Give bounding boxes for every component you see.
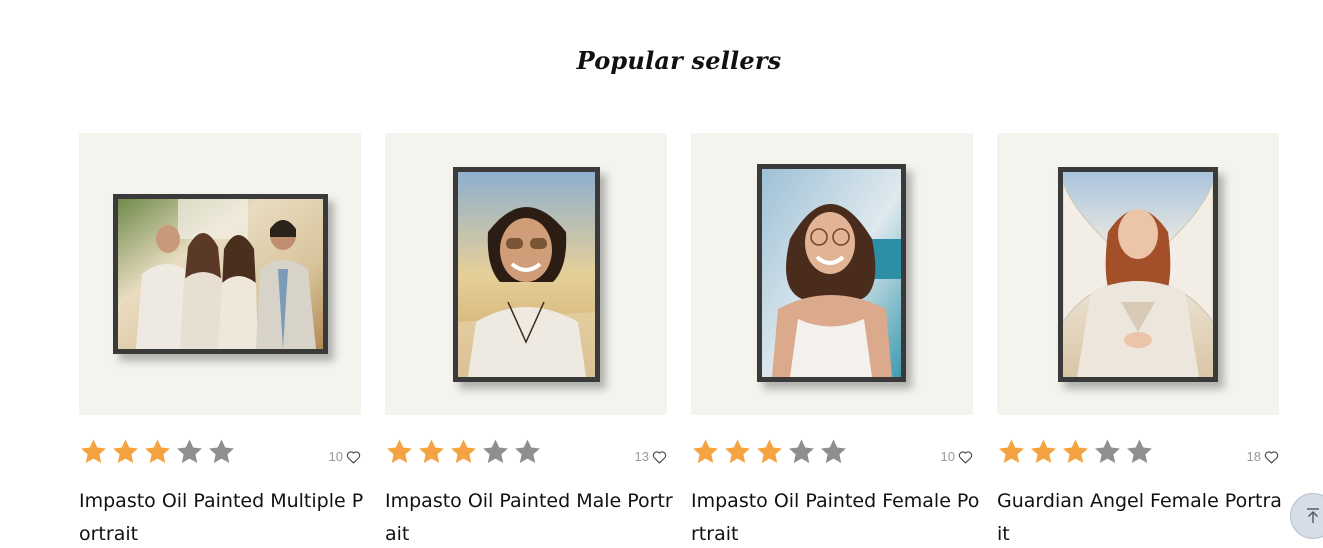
product-card[interactable]: 10 Impasto Oil Painted Female Portrait — [691, 133, 979, 545]
product-image[interactable] — [997, 133, 1279, 415]
star-filled-icon — [419, 439, 444, 463]
star-filled-icon — [387, 439, 412, 463]
like-button[interactable]: 13 — [635, 449, 667, 464]
star-empty-icon — [1095, 439, 1120, 463]
like-button[interactable]: 10 — [329, 449, 361, 464]
star-empty-icon — [515, 439, 540, 463]
heart-icon — [346, 450, 361, 463]
star-filled-icon — [725, 439, 750, 463]
product-image[interactable] — [79, 133, 361, 415]
product-meta: 18 — [997, 437, 1279, 477]
like-button[interactable]: 18 — [1247, 449, 1279, 464]
product-name[interactable]: Impasto Oil Painted Male Portrait — [385, 485, 675, 548]
product-image[interactable] — [385, 133, 667, 415]
star-empty-icon — [1127, 439, 1152, 463]
section-title: Popular sellers — [576, 46, 782, 75]
arrow-up-to-top-icon — [1307, 508, 1319, 523]
product-meta: 13 — [385, 437, 667, 477]
star-empty-icon — [821, 439, 846, 463]
product-name[interactable]: Impasto Oil Painted Female Portrait — [691, 485, 981, 548]
angel-portrait-painting-icon — [1063, 172, 1213, 377]
framed-painting — [113, 194, 328, 354]
star-filled-icon — [757, 439, 782, 463]
star-rating — [997, 437, 1154, 466]
like-count: 10 — [328, 449, 343, 464]
star-rating — [691, 437, 848, 466]
family-portrait-painting-icon — [118, 199, 323, 349]
framed-painting — [1058, 167, 1218, 382]
product-card[interactable]: 18 Guardian Angel Female Portrait — [997, 133, 1282, 545]
star-filled-icon — [693, 439, 718, 463]
heart-icon — [1264, 450, 1279, 463]
like-button[interactable]: 10 — [941, 449, 973, 464]
star-rating — [385, 437, 542, 466]
star-empty-icon — [483, 439, 508, 463]
product-image[interactable] — [691, 133, 973, 415]
product-card[interactable]: 13 Impasto Oil Painted Male Portrait — [385, 133, 673, 545]
like-count: 10 — [940, 449, 955, 464]
star-empty-icon — [209, 439, 234, 463]
product-meta: 10 — [79, 437, 361, 477]
product-name[interactable]: Guardian Angel Female Portrait — [997, 485, 1287, 548]
star-rating — [79, 437, 236, 466]
framed-painting — [453, 167, 600, 382]
star-empty-icon — [177, 439, 202, 463]
popular-sellers-section: Popular sellers 10 Impasto Oil Painted M… — [0, 0, 1323, 548]
star-filled-icon — [1031, 439, 1056, 463]
star-filled-icon — [113, 439, 138, 463]
product-card[interactable]: 10 Impasto Oil Painted Multiple Portrait — [79, 133, 363, 545]
star-filled-icon — [999, 439, 1024, 463]
like-count: 18 — [1246, 449, 1261, 464]
star-empty-icon — [789, 439, 814, 463]
star-filled-icon — [81, 439, 106, 463]
heart-icon — [958, 450, 973, 463]
star-filled-icon — [1063, 439, 1088, 463]
heart-icon — [652, 450, 667, 463]
male-portrait-painting-icon — [458, 172, 595, 377]
scroll-to-top-button[interactable] — [1290, 493, 1323, 539]
like-count: 13 — [634, 449, 649, 464]
product-meta: 10 — [691, 437, 973, 477]
star-filled-icon — [145, 439, 170, 463]
female-portrait-painting-icon — [762, 169, 901, 377]
star-filled-icon — [451, 439, 476, 463]
framed-painting — [757, 164, 906, 382]
product-name[interactable]: Impasto Oil Painted Multiple Portrait — [79, 485, 369, 548]
